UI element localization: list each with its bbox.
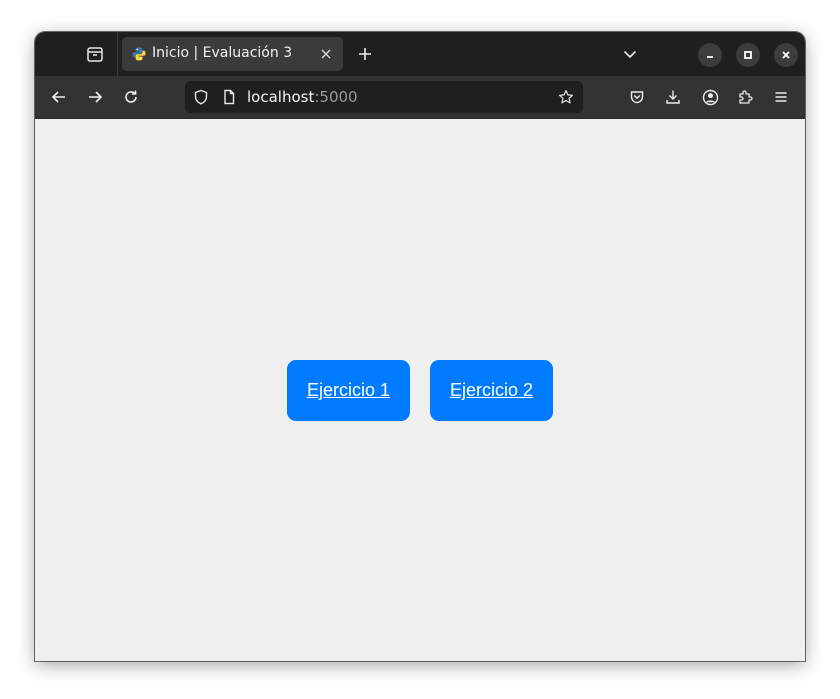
minimize-icon[interactable] — [698, 43, 722, 67]
hamburger-menu-icon[interactable] — [769, 85, 793, 109]
ejercicio-2-button[interactable]: Ejercicio 2 — [430, 360, 553, 421]
shield-icon[interactable] — [193, 89, 209, 105]
ejercicio-1-button[interactable]: Ejercicio 1 — [287, 360, 410, 421]
page-content: Ejercicio 1 Ejercicio 2 — [35, 118, 805, 661]
account-icon[interactable] — [698, 85, 722, 109]
maximize-icon[interactable] — [736, 43, 760, 67]
arrow-left-icon[interactable] — [47, 85, 71, 109]
page-icon[interactable] — [221, 89, 237, 105]
tab-inicio[interactable]: Inicio | Evaluación 3 — [122, 37, 343, 71]
url-text[interactable]: localhost:5000 — [247, 88, 358, 106]
pocket-icon[interactable] — [625, 85, 649, 109]
tab-list-icon[interactable] — [83, 42, 107, 66]
tab-title: Inicio | Evaluación 3 — [152, 45, 293, 61]
url-bar[interactable]: localhost:5000 — [185, 81, 583, 113]
reload-icon[interactable] — [119, 85, 143, 109]
tab-separator — [117, 32, 118, 76]
close-icon[interactable] — [318, 46, 334, 62]
star-icon[interactable] — [558, 89, 574, 105]
url-host: localhost — [247, 88, 315, 106]
arrow-right-icon[interactable] — [83, 85, 107, 109]
chevron-down-icon[interactable] — [620, 44, 640, 64]
tab-strip: Inicio | Evaluación 3 — [35, 32, 805, 76]
browser-window: Inicio | Evaluación 3 localhost:5000 Eje… — [35, 32, 805, 661]
plus-icon[interactable] — [355, 44, 375, 64]
url-port: :5000 — [314, 88, 358, 106]
close-window-icon[interactable] — [774, 43, 798, 67]
navigation-toolbar: localhost:5000 — [35, 76, 805, 118]
download-icon[interactable] — [661, 85, 685, 109]
python-favicon-icon — [132, 47, 146, 61]
puzzle-icon[interactable] — [733, 85, 757, 109]
